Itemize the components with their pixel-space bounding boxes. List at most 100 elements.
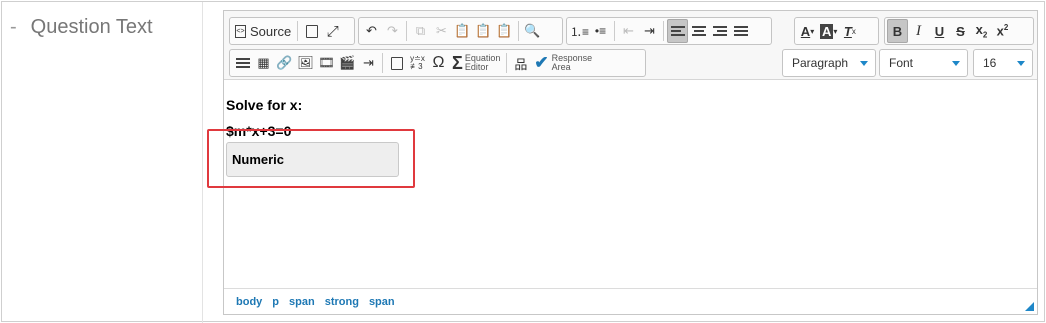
align-right-button[interactable] <box>709 19 730 43</box>
image-icon: 🖼 <box>297 55 314 70</box>
special-char-button[interactable]: Ω <box>428 51 449 75</box>
path-item-body[interactable]: body <box>236 296 262 308</box>
format-select[interactable]: Paragraph <box>782 49 876 77</box>
strikethrough-icon: S <box>956 23 965 39</box>
sigma-icon: Σ <box>452 52 463 73</box>
redo-button[interactable]: ↷ <box>382 19 403 43</box>
audio-button[interactable]: 🎞 <box>316 51 337 75</box>
video-button[interactable]: 🎬 <box>337 51 358 75</box>
text-color-icon: A <box>800 23 811 39</box>
chevron-down-icon <box>952 61 960 66</box>
outdent-icon: ⇤ <box>623 23 634 38</box>
image-button[interactable]: 🖼 <box>295 51 316 75</box>
embed-button[interactable]: ⇥ <box>358 51 379 75</box>
chevron-down-icon <box>1017 61 1025 66</box>
resize-handle-icon[interactable] <box>1025 302 1034 311</box>
subscript-button[interactable]: x2 <box>971 19 992 43</box>
underline-button[interactable]: U <box>929 19 950 43</box>
question-text-row: - Question Text <> Source ⤢ ↶ ↷ ⧉ ✂ 📋 📋 … <box>1 1 1045 323</box>
separator <box>406 21 407 41</box>
toolbar-group-document: <> Source ⤢ <box>229 17 355 45</box>
show-blocks-button[interactable] <box>301 19 322 43</box>
table-button[interactable]: ▦ <box>253 51 274 75</box>
horizontal-rule-icon <box>235 56 250 70</box>
response-area-button[interactable]: ✔ Response Area <box>531 51 595 75</box>
equation-editor-label: Equation Editor <box>464 53 501 72</box>
template-button[interactable] <box>386 51 407 75</box>
font-size-select-value: 16 <box>983 56 997 70</box>
remove-format-icon: T <box>843 23 852 39</box>
underline-icon: U <box>934 23 945 39</box>
path-item-span-2[interactable]: span <box>369 296 395 308</box>
background-color-button[interactable]: A ▾ <box>818 19 839 43</box>
omega-icon: Ω <box>432 54 445 71</box>
bulleted-list-button[interactable]: •≡ <box>590 19 611 43</box>
italic-button[interactable]: I <box>908 19 929 43</box>
justify-button[interactable] <box>730 19 751 43</box>
source-label: Source <box>250 23 292 39</box>
highlight-box <box>207 129 415 188</box>
maximize-button[interactable]: ⤢ <box>322 19 343 43</box>
collapse-dash[interactable]: - <box>10 16 17 38</box>
background-color-icon: A <box>820 23 834 39</box>
align-left-button[interactable] <box>667 19 688 43</box>
find-button[interactable]: 🔍 <box>522 19 543 43</box>
source-button[interactable]: <> Source <box>232 19 294 43</box>
horizontal-rule-button[interactable] <box>232 51 253 75</box>
separator <box>382 53 383 73</box>
numbered-list-icon: ⒈≡ <box>569 24 589 39</box>
bulleted-list-icon: •≡ <box>594 24 607 38</box>
chevron-down-icon <box>860 61 868 66</box>
strikethrough-button[interactable]: S <box>950 19 971 43</box>
video-icon: 🎬 <box>339 55 356 70</box>
table-icon: ▦ <box>257 55 270 70</box>
remove-format-button[interactable]: Tx <box>839 19 860 43</box>
audio-icon: 🎞 <box>318 55 335 70</box>
undo-button[interactable]: ↶ <box>361 19 382 43</box>
checkmark-icon: ✔ <box>534 53 549 72</box>
path-item-p[interactable]: p <box>272 296 279 308</box>
text-color-button[interactable]: A ▾ <box>797 19 818 43</box>
paste-button[interactable]: 📋 <box>452 19 473 43</box>
separator <box>506 53 508 73</box>
question-text-label: Question Text <box>30 16 153 38</box>
superscript-button[interactable]: x2 <box>992 19 1013 43</box>
template-icon <box>390 56 403 70</box>
path-item-strong[interactable]: strong <box>325 296 359 308</box>
element-path-bar: body p span strong span <box>224 288 1037 314</box>
outdent-button[interactable]: ⇤ <box>618 19 639 43</box>
font-select[interactable]: Font <box>879 49 968 77</box>
separator <box>518 21 519 41</box>
column-divider <box>202 2 203 323</box>
hierarchy-icon: 品 <box>514 56 528 72</box>
copy-button[interactable]: ⧉ <box>410 19 431 43</box>
paste-icon: 📋 <box>454 23 471 38</box>
subscript-icon: x2 <box>975 22 988 40</box>
indent-button[interactable]: ⇥ <box>639 19 660 43</box>
align-center-button[interactable] <box>688 19 709 43</box>
bold-button[interactable]: B <box>887 19 908 43</box>
undo-icon: ↶ <box>366 23 377 38</box>
path-item-span[interactable]: span <box>289 296 315 308</box>
link-button[interactable]: 🔗 <box>274 51 295 75</box>
cut-button[interactable]: ✂ <box>431 19 452 43</box>
italic-icon: I <box>916 22 921 39</box>
toolbar-group-basicstyles: B I U S x2 x2 <box>884 17 1034 45</box>
field-label: - Question Text <box>10 16 153 39</box>
align-center-icon <box>691 24 706 38</box>
formula-button[interactable]: y≐x ≢3 <box>407 51 428 75</box>
paste-word-button[interactable]: 📋 <box>494 19 515 43</box>
toolbar-group-clipboard: ↶ ↷ ⧉ ✂ 📋 📋 📋 🔍 <box>358 17 563 45</box>
format-select-value: Paragraph <box>792 56 849 70</box>
indent-icon: ⇥ <box>644 23 655 38</box>
separator <box>663 21 664 41</box>
redo-icon: ↷ <box>387 23 398 38</box>
separator <box>297 21 299 41</box>
numbered-list-button[interactable]: ⒈≡ <box>569 19 590 43</box>
equation-editor-button[interactable]: Σ Equation Editor <box>449 51 503 75</box>
search-icon: 🔍 <box>524 23 541 38</box>
response-area-label: Response Area <box>551 53 593 72</box>
font-size-select[interactable]: 16 <box>973 49 1033 77</box>
hierarchy-button[interactable]: 品 <box>510 51 531 75</box>
paste-text-button[interactable]: 📋 <box>473 19 494 43</box>
